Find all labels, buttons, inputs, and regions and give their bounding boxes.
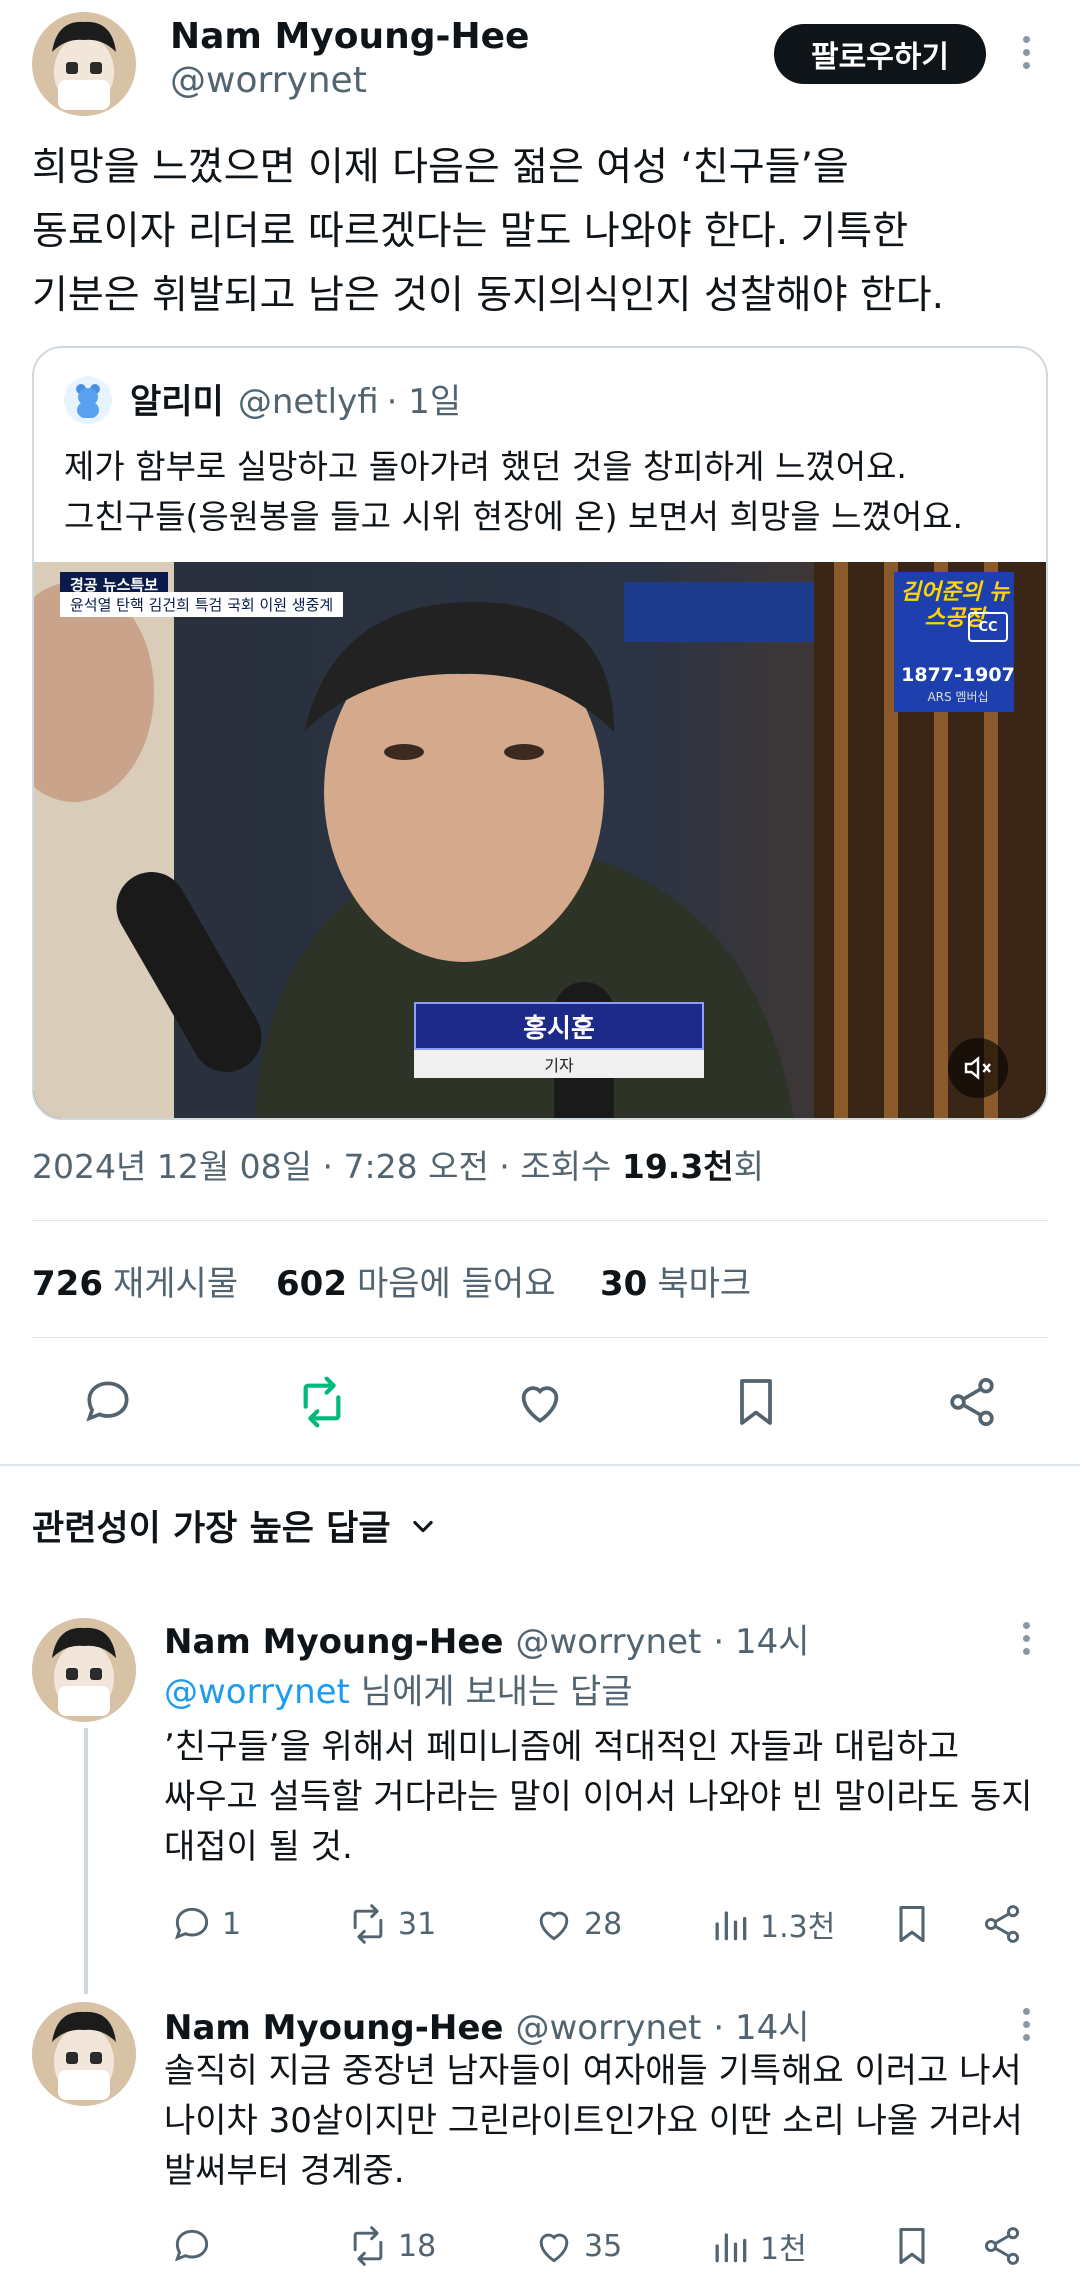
author-name[interactable]: Nam Myoung-Hee (170, 16, 529, 57)
reply-avatar[interactable] (32, 2002, 136, 2106)
heart-icon (521, 1386, 559, 1423)
view-count: 1천 (760, 2232, 807, 2267)
bookmark-icon (899, 1905, 925, 1943)
ars-label: ARS 멤버십 (927, 690, 989, 704)
reply-author-handle[interactable]: @worrynet (515, 1622, 701, 1662)
quote-author-name: 알리미 (130, 382, 224, 422)
like-count: 35 (584, 2228, 623, 2264)
share-icon (950, 1377, 994, 1427)
reply-button[interactable] (80, 1374, 136, 1434)
divider (32, 1220, 1048, 1221)
tweet-text: 희망을 느꼈으면 이제 다음은 젊은 여성 ‘친구들’을 동료이자 리더로 따르… (32, 145, 945, 318)
reply-author-name[interactable]: Nam Myoung-Hee (164, 2008, 503, 2048)
speaker-muted-icon (964, 1056, 991, 1080)
quote-text: 제가 함부로 실망하고 돌아가려 했던 것을 창피하게 느꼈어요. 그친구들(응… (64, 447, 964, 536)
reply-to-handle[interactable]: @worrynet (164, 1672, 350, 1712)
reply-text: ’친구들’을 위해서 페미니즘에 적대적인 자들과 대립하고 싸우고 설득할 거… (164, 1727, 1033, 1867)
broadcast-subtitle: 윤석열 탄핵 김건희 특검 국회 이원 생중계 (70, 596, 334, 614)
bookmark-icon (740, 1379, 772, 1425)
reply-views-button[interactable]: 1천 (708, 2224, 807, 2268)
like-button[interactable] (512, 1374, 568, 1434)
reposts-stat[interactable]: 726 재게시물 (32, 1256, 238, 1305)
reply-share-button[interactable] (980, 2224, 1024, 2272)
share-icon (984, 1905, 1020, 1943)
mute-button[interactable] (948, 1038, 1008, 1098)
bookmarks-stat[interactable]: 30 북마크 (600, 1256, 751, 1305)
reply-repost-button[interactable]: 31 (346, 1902, 436, 1946)
views-count: 19.3천 (621, 1147, 734, 1186)
repost-icon (303, 1376, 341, 1428)
lower-third-title: 기자 (544, 1056, 574, 1075)
reply-icon (86, 1381, 129, 1422)
divider (32, 1337, 1048, 1338)
more-options-icon[interactable] (1016, 36, 1036, 76)
reply-reply-button[interactable] (170, 2224, 222, 2268)
heart-icon (539, 1911, 569, 1941)
analytics-icon (715, 2233, 747, 2263)
chevron-down-icon (412, 1520, 433, 1532)
reply-count: 1 (222, 1906, 242, 1942)
repost-count: 18 (398, 2228, 437, 2264)
reply-author-handle[interactable]: @worrynet (515, 2008, 701, 2048)
reply-views-button[interactable]: 1.3천 (708, 1902, 835, 1946)
bookmark-button[interactable] (728, 1374, 784, 1434)
bear-icon (76, 384, 100, 418)
reply-author-name[interactable]: Nam Myoung-Hee (164, 1622, 503, 1662)
repost-icon (353, 2226, 383, 2266)
reply-more-icon[interactable] (1016, 1622, 1036, 1662)
reply-reply-button[interactable]: 1 (170, 1902, 241, 1946)
quote-author-handle: @netlyfi (237, 382, 379, 422)
reply-text: 솔직히 지금 중장년 남자들이 여자애들 기특해요 이러고 나서 나이차 30살… (164, 2051, 1023, 2191)
bookmark-icon (899, 2227, 925, 2265)
reply-to-line: @worrynet 님에게 보내는 답글 (164, 1664, 633, 1713)
repost-button[interactable] (294, 1374, 350, 1434)
quote-video[interactable]: 경공 뉴스특보 윤석열 탄핵 김건희 특검 국회 이원 생중계 김어준의 뉴스공… (34, 562, 1046, 1118)
reply-share-button[interactable] (980, 1902, 1024, 1950)
replies-sort-label: 관련성이 가장 높은 답글 (32, 1509, 391, 1549)
quoted-tweet[interactable]: 알리미 @netlyfi · 1일 제가 함부로 실망하고 돌아가려 했던 것을… (32, 346, 1048, 1120)
reply-bookmark-button[interactable] (890, 2224, 934, 2272)
reply-more-icon[interactable] (1016, 2008, 1036, 2048)
analytics-icon (715, 1911, 747, 1941)
replies-sort-dropdown[interactable]: 관련성이 가장 높은 답글 (32, 1500, 437, 1551)
reply-like-button[interactable]: 28 (532, 1902, 622, 1946)
follow-button[interactable]: 팔로우하기 (774, 24, 986, 84)
author-avatar[interactable] (32, 12, 136, 116)
like-count: 28 (584, 1906, 623, 1942)
repost-icon (353, 1904, 383, 1944)
reply-icon (174, 2229, 209, 2262)
share-icon (984, 2227, 1020, 2265)
heart-icon (539, 2233, 569, 2263)
reply-time[interactable]: · 14시 (713, 1614, 809, 1663)
likes-stat[interactable]: 602 마음에 들어요 (276, 1256, 555, 1305)
share-button[interactable] (944, 1374, 1000, 1434)
reply-to-suffix: 님에게 보내는 답글 (349, 1672, 633, 1712)
cc-icon[interactable]: CC (968, 612, 1008, 642)
reply-bookmark-button[interactable] (890, 1902, 934, 1950)
reply-icon (174, 1907, 209, 1940)
quote-time: · 1일 (386, 382, 462, 422)
reply-like-button[interactable]: 35 (532, 2224, 622, 2268)
section-divider (0, 1464, 1080, 1466)
reply-repost-button[interactable]: 18 (346, 2224, 436, 2268)
lower-third-name: 홍시훈 (523, 1013, 595, 1044)
views-suffix: 회 (733, 1147, 765, 1186)
reply-time[interactable]: · 14시 (713, 2000, 809, 2049)
thread-line (84, 1728, 88, 1994)
reply-avatar[interactable] (32, 1618, 136, 1722)
repost-count: 31 (398, 1906, 437, 1942)
phone-number: 1877-1907 (901, 664, 1015, 686)
view-count: 1.3천 (760, 1910, 836, 1945)
quote-avatar (64, 376, 112, 424)
author-handle[interactable]: @worrynet (170, 60, 367, 101)
tweet-timestamp[interactable]: 2024년 12월 08일 · 7:28 오전 · 조회수 (32, 1147, 622, 1186)
tweet-meta: 2024년 12월 08일 · 7:28 오전 · 조회수 19.3천회 (32, 1140, 764, 1188)
